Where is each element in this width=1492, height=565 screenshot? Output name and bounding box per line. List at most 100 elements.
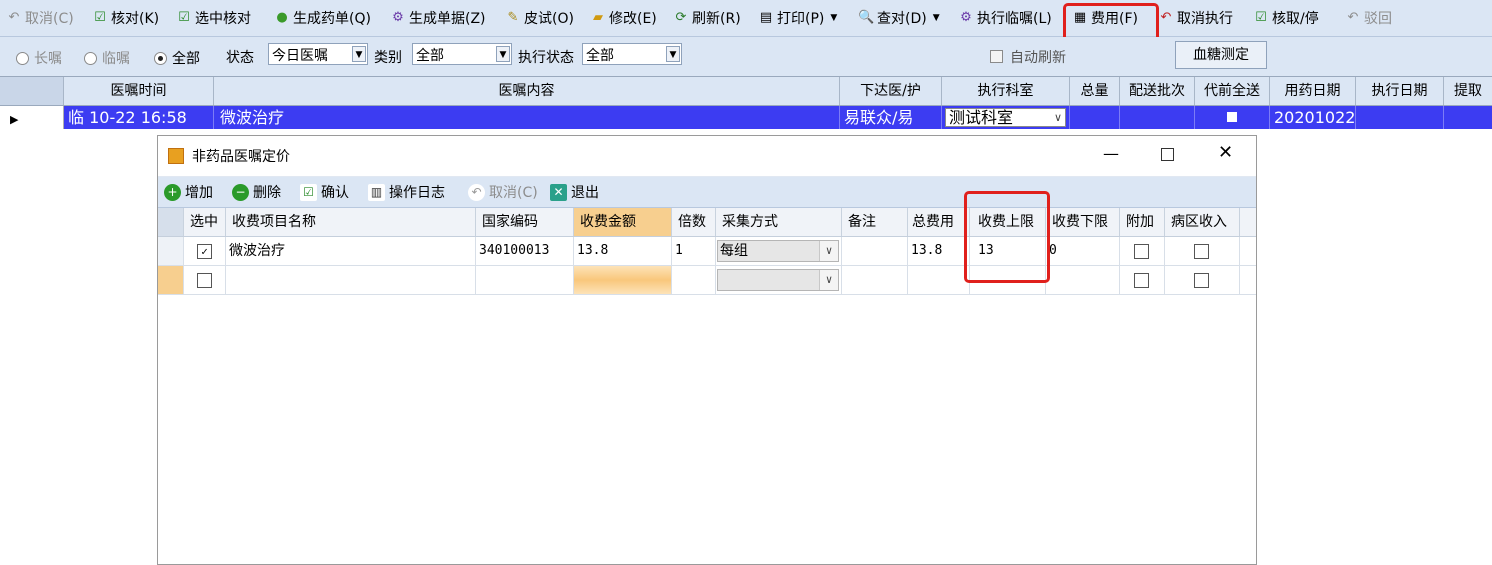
col-med-date[interactable]: 用药日期	[1270, 77, 1356, 105]
col-lower-limit[interactable]: 收费下限	[1046, 208, 1120, 236]
cancel-button[interactable]: ↶ 取消(C)	[6, 8, 74, 28]
selected-checkbox[interactable]: ✓	[197, 244, 212, 259]
long-order-radio[interactable]: 长嘱	[16, 48, 62, 68]
check-button[interactable]: 🔍 查对(D) ▼	[858, 8, 940, 28]
refresh-button[interactable]: ⟳ 刷新(R)	[673, 8, 741, 28]
col-note[interactable]: 备注	[842, 208, 908, 236]
table-row[interactable]: ∨	[158, 266, 1256, 295]
cancel-execution-button[interactable]: ↶ 取消执行	[1158, 8, 1233, 28]
col-multiple[interactable]: 倍数	[672, 208, 716, 236]
verify-button[interactable]: ☑ 核对(K)	[92, 8, 159, 28]
col-selected[interactable]: 选中	[184, 208, 226, 236]
auto-refresh-checkbox[interactable]	[990, 50, 1003, 63]
generate-drug-list-button[interactable]: ● 生成药单(Q)	[274, 8, 371, 28]
col-send-all[interactable]: 代前全送	[1195, 77, 1270, 105]
category-select[interactable]: 全部 ▼	[412, 43, 512, 65]
col-batch[interactable]: 配送批次	[1120, 77, 1195, 105]
close-button[interactable]: ✕	[1218, 142, 1233, 163]
col-total[interactable]: 总量	[1070, 77, 1120, 105]
category-label: 类别	[374, 50, 402, 66]
chevron-down-icon[interactable]: ∨	[819, 270, 838, 290]
row-header	[158, 237, 184, 265]
lower-limit-cell[interactable]: 0	[1046, 237, 1120, 265]
ward-income-cell[interactable]	[1165, 266, 1240, 294]
col-item-name[interactable]: 收费项目名称	[226, 208, 476, 236]
col-more[interactable]	[1240, 208, 1256, 236]
col-order-content[interactable]: 医嘱内容	[214, 77, 840, 105]
col-amount[interactable]: 收费金额	[574, 208, 672, 236]
method-cell[interactable]: ∨	[716, 266, 842, 294]
col-total-fee[interactable]: 总费用	[908, 208, 970, 236]
selected-cell[interactable]	[184, 266, 226, 294]
chevron-down-icon[interactable]: ▼	[666, 46, 680, 62]
col-extract[interactable]: 提取	[1444, 77, 1492, 105]
cancel-button[interactable]: ↶ 取消(C)	[468, 182, 538, 202]
col-exec-date[interactable]: 执行日期	[1356, 77, 1444, 105]
col-method[interactable]: 采集方式	[716, 208, 842, 236]
generate-document-button[interactable]: ⚙ 生成单据(Z)	[390, 8, 485, 28]
amount-cell[interactable]: 13.8	[574, 237, 672, 265]
col-extra[interactable]: 附加	[1120, 208, 1165, 236]
selected-cell[interactable]: ✓	[184, 237, 226, 265]
ward-income-checkbox[interactable]	[1194, 244, 1209, 259]
chevron-down-icon[interactable]: ▼	[352, 46, 366, 62]
verify-selected-button[interactable]: ☑ 选中核对	[176, 8, 251, 28]
dept-select[interactable]: 测试科室 ∨	[945, 108, 1066, 127]
col-dept[interactable]: 执行科室	[942, 77, 1070, 105]
execute-temp-order-button[interactable]: ⚙ 执行临嘱(L)	[958, 8, 1052, 28]
method-select[interactable]: ∨	[717, 269, 839, 291]
col-ward-income[interactable]: 病区收入	[1165, 208, 1240, 236]
ward-income-cell[interactable]	[1165, 237, 1240, 265]
send-all-checkbox[interactable]	[1227, 112, 1237, 122]
col-order-time[interactable]: 医嘱时间	[64, 77, 214, 105]
extra-checkbox[interactable]	[1134, 273, 1149, 288]
minimize-button[interactable]: —	[1103, 144, 1119, 163]
method-select[interactable]: 每组 ∨	[717, 240, 839, 262]
ward-income-checkbox[interactable]	[1194, 273, 1209, 288]
operation-log-button[interactable]: ▥ 操作日志	[368, 182, 445, 202]
col-doctor[interactable]: 下达医/护	[840, 77, 942, 105]
med-date-cell: 20201022	[1270, 106, 1356, 129]
skin-test-button[interactable]: ✎ 皮试(O)	[505, 8, 574, 28]
reject-button[interactable]: ↶ 驳回	[1345, 8, 1392, 28]
amount-cell[interactable]	[574, 266, 672, 294]
dept-cell[interactable]: 测试科室 ∨	[942, 106, 1070, 129]
all-radio[interactable]: 全部	[154, 48, 200, 68]
add-button[interactable]: + 增加	[164, 182, 213, 202]
modify-button[interactable]: ▰ 修改(E)	[590, 8, 657, 28]
chevron-down-icon[interactable]: ▼	[933, 13, 940, 23]
print-button[interactable]: ▤ 打印(P) ▼	[758, 8, 837, 28]
order-type: 临	[68, 108, 85, 127]
multiple-cell[interactable]: 1	[672, 237, 716, 265]
blood-sugar-button[interactable]: 血糖测定	[1175, 41, 1267, 69]
note-cell[interactable]	[842, 237, 908, 265]
method-cell[interactable]: 每组 ∨	[716, 237, 842, 265]
extra-cell[interactable]	[1120, 266, 1165, 294]
item-name-cell[interactable]	[226, 266, 476, 294]
multiple-cell[interactable]	[672, 266, 716, 294]
grid-corner[interactable]	[158, 208, 184, 236]
lower-limit-cell[interactable]	[1046, 266, 1120, 294]
exit-button[interactable]: ✕ 退出	[550, 182, 599, 202]
maximize-button[interactable]	[1161, 148, 1174, 161]
national-code-cell	[476, 266, 574, 294]
extra-cell[interactable]	[1120, 237, 1165, 265]
temp-order-radio[interactable]: 临嘱	[84, 48, 130, 68]
exec-status-select[interactable]: 全部 ▼	[582, 43, 682, 65]
status-select[interactable]: 今日医嘱 ▼	[268, 43, 368, 65]
chevron-down-icon[interactable]: ∨	[819, 241, 838, 261]
note-cell[interactable]	[842, 266, 908, 294]
verify-stop-button[interactable]: ☑ 核取/停	[1253, 8, 1319, 28]
col-national-code[interactable]: 国家编码	[476, 208, 574, 236]
chevron-down-icon[interactable]: ▼	[496, 46, 510, 62]
chevron-down-icon[interactable]: ∨	[1054, 109, 1062, 126]
table-row[interactable]: ▶ 临 10-22 16:58 微波治疗 易联众/易 测试科室 ∨ 2020102…	[0, 106, 1492, 129]
send-all-cell[interactable]	[1195, 106, 1270, 129]
extra-checkbox[interactable]	[1134, 244, 1149, 259]
chevron-down-icon[interactable]: ▼	[830, 13, 837, 23]
grid-corner[interactable]	[0, 77, 64, 105]
table-row[interactable]: ✓ 微波治疗 340100013 13.8 1 每组 ∨ 13.8 13 0	[158, 237, 1256, 266]
selected-checkbox[interactable]	[197, 273, 212, 288]
delete-button[interactable]: − 删除	[232, 182, 281, 202]
confirm-button[interactable]: ☑ 确认	[300, 182, 349, 202]
